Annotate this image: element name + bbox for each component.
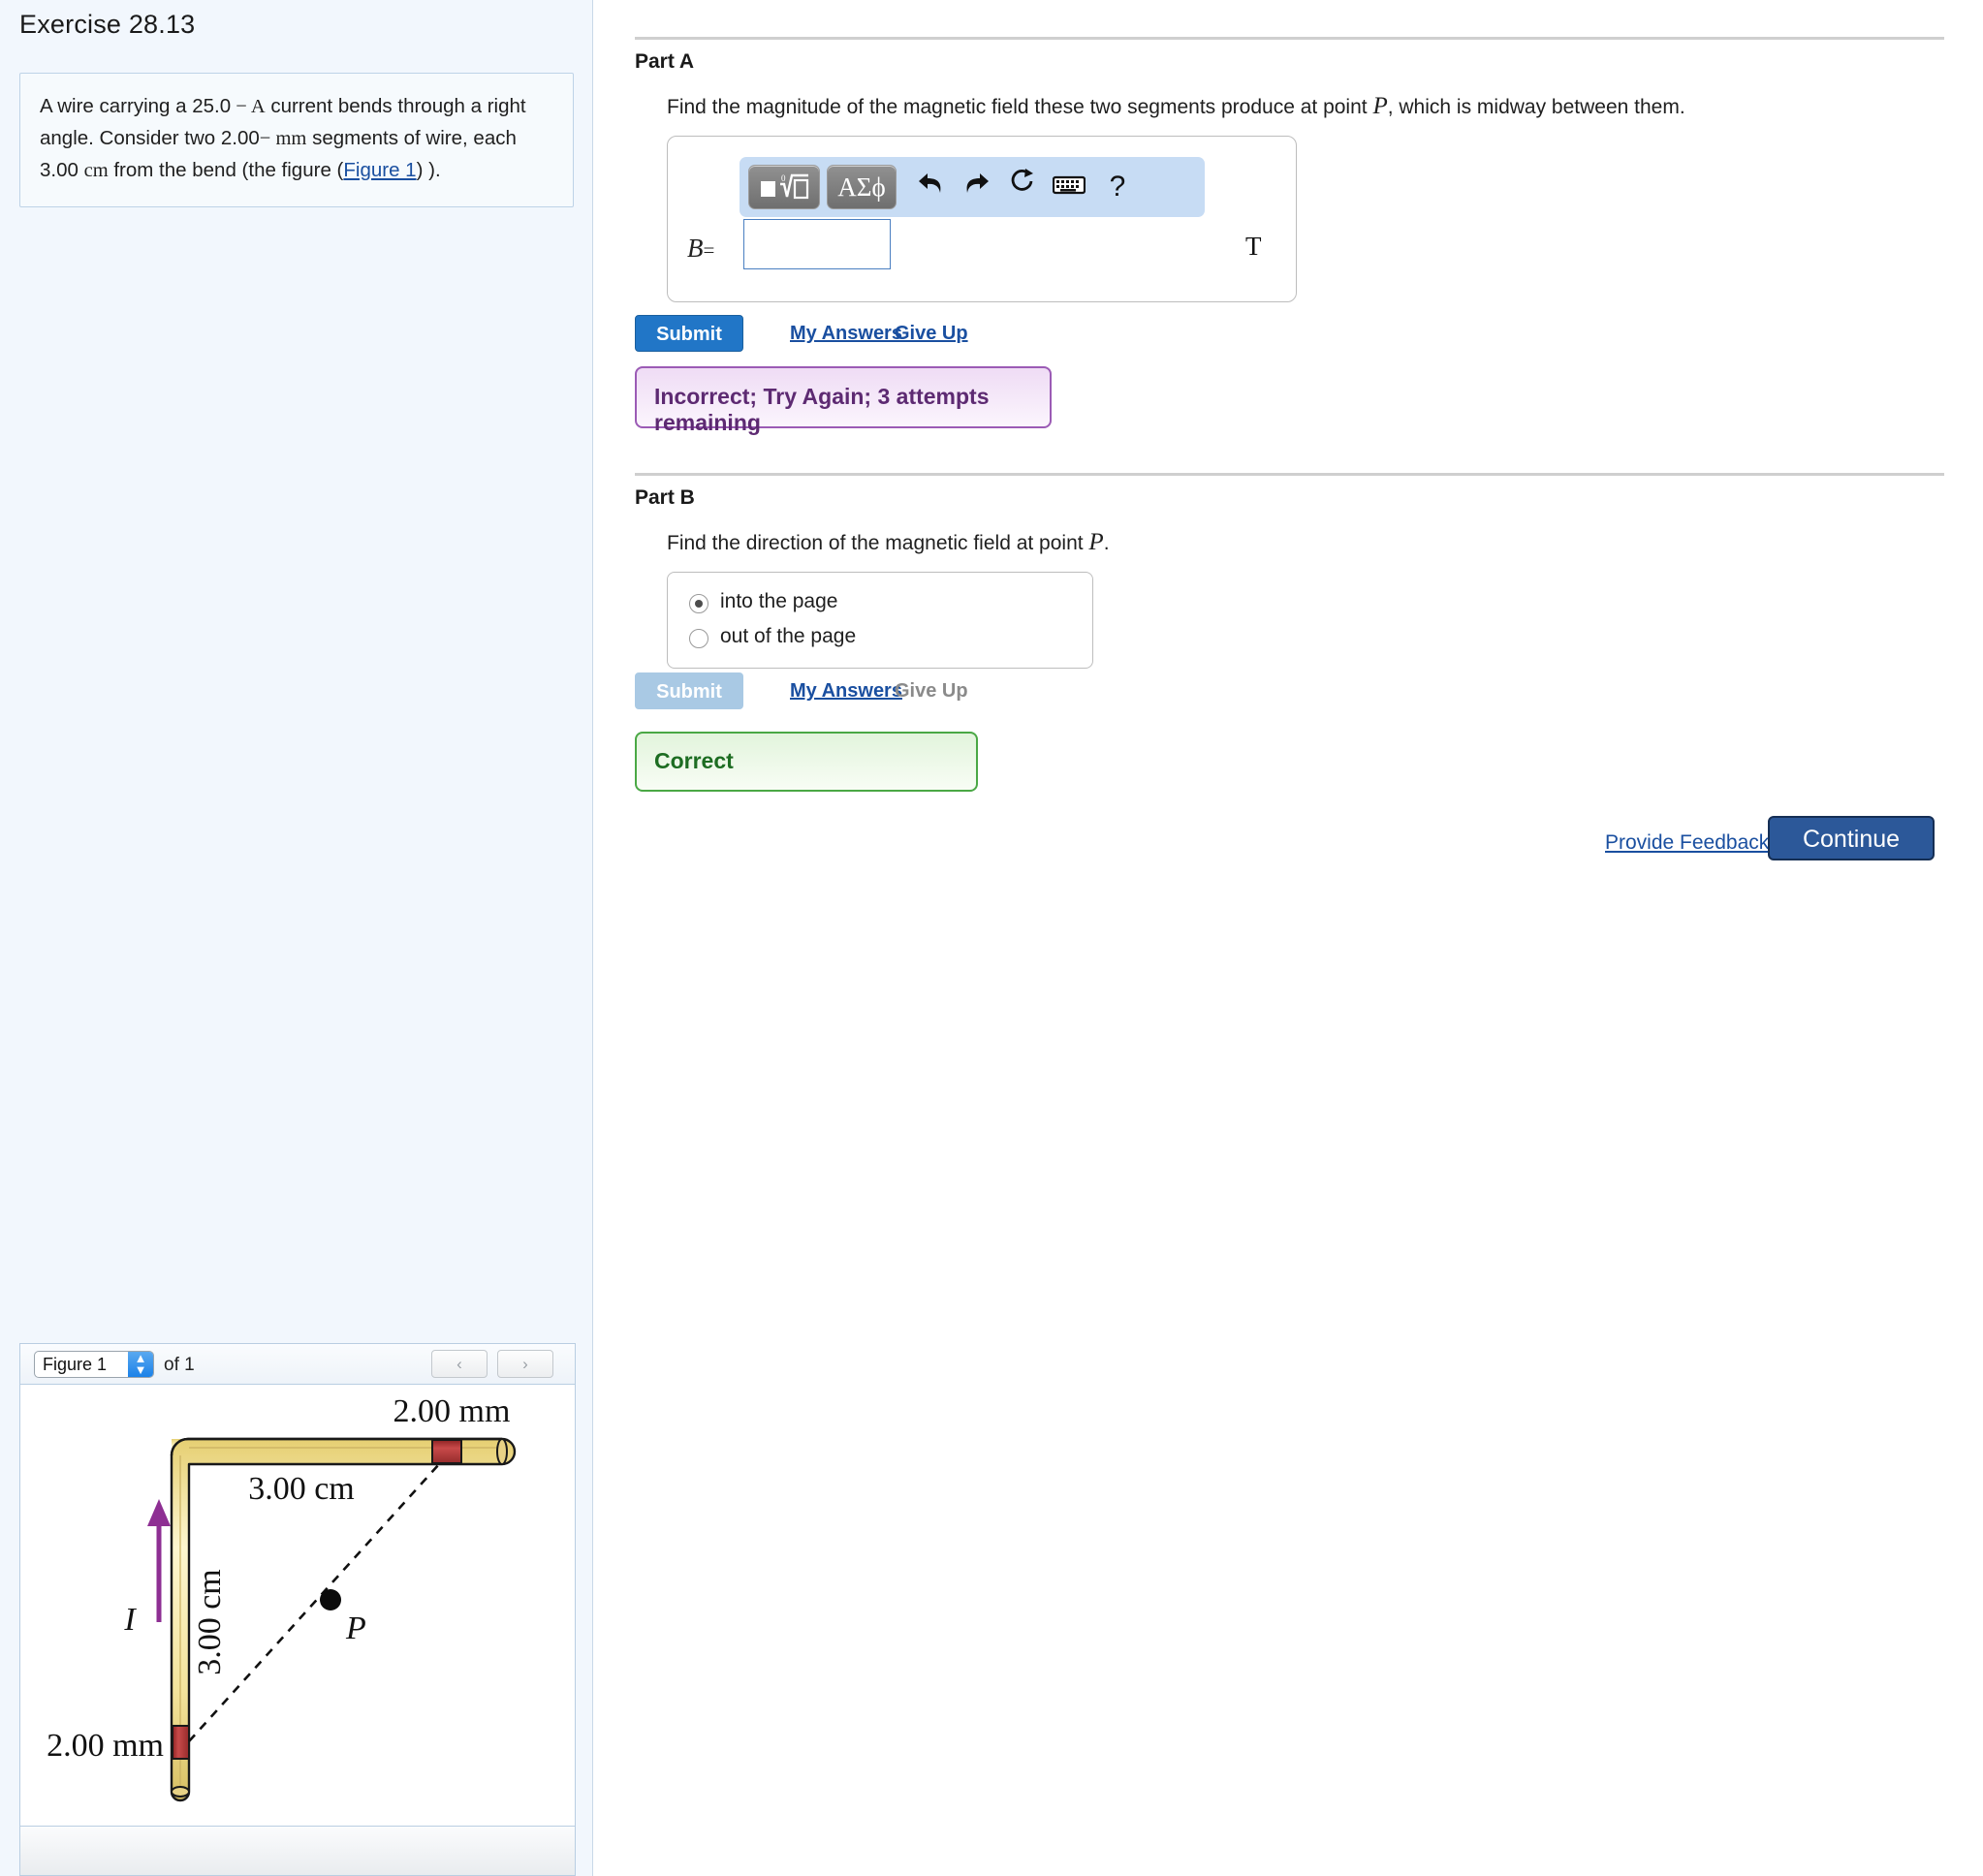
- keyboard-icon[interactable]: [1048, 165, 1090, 209]
- part-b-options-box: into the page out of the page: [667, 572, 1093, 669]
- part-a-question-text-2: , which is midway between them.: [1387, 96, 1685, 118]
- redo-arrow-glyph: [966, 173, 989, 193]
- part-a-question-text-1: Find the magnitude of the magnetic field…: [667, 96, 1373, 118]
- figure-next-button[interactable]: ›: [497, 1350, 553, 1378]
- figure-label-bottom-mm: 2.00 mm: [47, 1728, 164, 1764]
- radio-label-out-of-the-page: out of the page: [720, 625, 857, 647]
- part-a-answer-box: 0 ΑΣϕ ? B= T: [667, 136, 1297, 302]
- reset-icon[interactable]: [1001, 165, 1044, 209]
- figure-prev-button[interactable]: ‹: [431, 1350, 488, 1378]
- provide-feedback-link[interactable]: Provide Feedback: [1605, 831, 1769, 855]
- figure-1-link[interactable]: Figure 1: [343, 159, 416, 181]
- figure-footer-bar: [20, 1826, 575, 1875]
- figure-label-current: I: [123, 1602, 137, 1638]
- part-b-heading: Part B: [635, 486, 695, 509]
- problem-dash-1: −: [231, 96, 251, 117]
- problem-unit-ampere: A: [250, 96, 266, 117]
- part-a-answer-input[interactable]: [743, 219, 891, 269]
- template-button[interactable]: 0: [748, 165, 820, 209]
- problem-text-part5: ) ).: [416, 158, 441, 181]
- figure-toolbar: Figure 1 ▲ ▼ of 1 ‹ ›: [20, 1344, 575, 1385]
- radio-label-into-the-page: into the page: [720, 590, 838, 612]
- figure-diagram: 2.00 mm 3.00 cm 3.00 cm 2.00 mm I P: [20, 1385, 575, 1823]
- problem-text-part4: from the bend (the figure (: [108, 158, 344, 181]
- part-a-heading: Part A: [635, 50, 695, 73]
- part-b-question-text-2: .: [1103, 532, 1110, 554]
- reset-circular-arrow-glyph: [1011, 169, 1033, 191]
- part-a-my-answers-link[interactable]: My Answers: [790, 323, 902, 345]
- math-input-toolbar: 0 ΑΣϕ ?: [740, 157, 1205, 217]
- part-b-my-answers-link[interactable]: My Answers: [790, 680, 902, 703]
- keyboard-glyph: [1052, 175, 1086, 195]
- left-panel: Exercise 28.13 A wire carrying a 25.0 − …: [0, 0, 593, 1876]
- problem-text-part1: A wire carrying a 25.0: [40, 95, 232, 117]
- figure-select-value: Figure 1: [43, 1355, 108, 1374]
- main-content: Part A Find the magnitude of the magneti…: [593, 0, 1983, 1876]
- part-a-submit-button[interactable]: Submit: [635, 315, 743, 352]
- wire-bend-diagram-svg: 2.00 mm 3.00 cm 3.00 cm 2.00 mm I P: [47, 1393, 517, 1802]
- part-b-divider: [635, 473, 1944, 476]
- part-a-divider: [635, 37, 1944, 40]
- figure-count-label: of 1: [164, 1355, 195, 1375]
- problem-unit-cm: cm: [83, 159, 109, 181]
- continue-button[interactable]: Continue: [1768, 816, 1935, 860]
- redo-icon[interactable]: [956, 165, 998, 209]
- equals-sign: =: [703, 238, 715, 262]
- figure-panel: Figure 1 ▲ ▼ of 1 ‹ › 2.00 mm 3.00 cm 3.…: [19, 1343, 576, 1876]
- figure-label-point-p: P: [345, 1610, 366, 1646]
- problem-statement-box: A wire carrying a 25.0 − A current bends…: [19, 73, 574, 207]
- part-b-give-up-link: Give Up: [895, 680, 968, 702]
- figure-label-horizontal-cm: 3.00 cm: [248, 1471, 355, 1507]
- variable-b: B: [687, 234, 704, 263]
- part-b-question: Find the direction of the magnetic field…: [667, 529, 1110, 556]
- page-title: Exercise 28.13: [19, 10, 196, 39]
- part-a-give-up-link[interactable]: Give Up: [895, 323, 968, 345]
- figure-select-dropdown[interactable]: Figure 1 ▲ ▼: [34, 1351, 154, 1378]
- template-icon: 0: [761, 173, 809, 200]
- greek-symbols-button[interactable]: ΑΣϕ: [827, 165, 897, 209]
- radio-button-into-the-page[interactable]: [689, 594, 708, 613]
- problem-unit-mm: mm: [275, 127, 307, 149]
- help-icon[interactable]: ?: [1096, 165, 1139, 209]
- radio-button-out-of-the-page[interactable]: [689, 629, 708, 648]
- part-a-feedback-box: Incorrect; Try Again; 3 attempts remaini…: [635, 366, 1052, 435]
- svg-text:0: 0: [781, 173, 786, 183]
- part-b-feedback-text: Correct: [654, 748, 734, 773]
- part-b-feedback-box: Correct: [635, 732, 978, 792]
- part-a-variable-label: B=: [687, 234, 714, 264]
- problem-dash-2: −: [259, 127, 276, 149]
- part-b-submit-button[interactable]: Submit: [635, 672, 743, 709]
- undo-arrow-glyph: [919, 173, 941, 193]
- part-a-question: Find the magnitude of the magnetic field…: [667, 93, 1685, 120]
- part-b-question-text-1: Find the direction of the magnetic field…: [667, 532, 1089, 554]
- part-a-units-label: T: [1245, 232, 1262, 261]
- figure-label-vertical-cm: 3.00 cm: [192, 1569, 228, 1675]
- part-a-feedback-text: Incorrect; Try Again; 3 attempts remaini…: [654, 384, 990, 435]
- figure-label-top-mm: 2.00 mm: [393, 1393, 511, 1429]
- part-b-symbol-p: P: [1088, 529, 1104, 555]
- undo-icon[interactable]: [909, 165, 952, 209]
- problem-statement-text: A wire carrying a 25.0 − A current bends…: [40, 91, 553, 187]
- chevron-updown-icon: ▲ ▼: [128, 1352, 153, 1377]
- part-a-symbol-p: P: [1372, 93, 1388, 119]
